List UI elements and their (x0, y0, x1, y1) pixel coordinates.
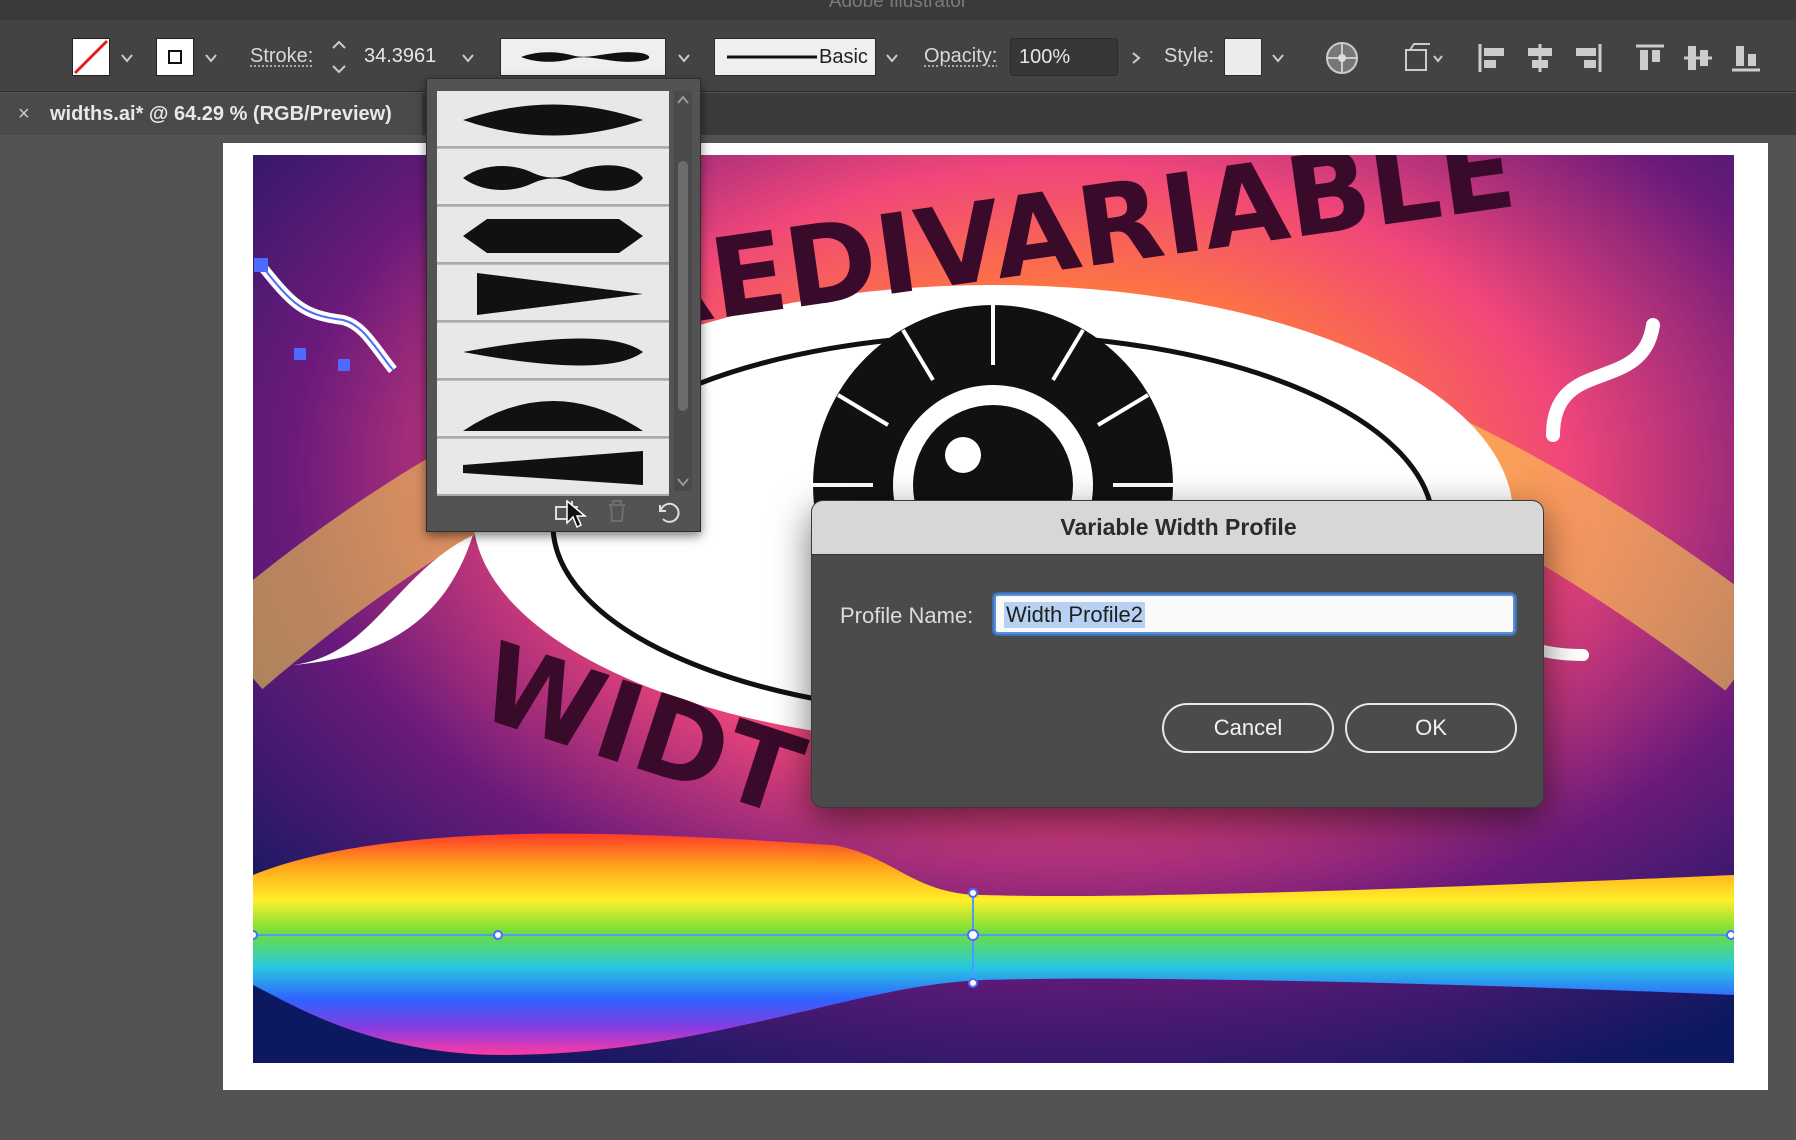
stroke-weight-input[interactable]: 34.3961 (356, 38, 456, 76)
chevron-right-icon[interactable] (1128, 50, 1144, 66)
width-profile-dropdown[interactable] (500, 38, 666, 76)
align-bottom-icon[interactable] (1728, 40, 1764, 76)
brush-definition-dropdown[interactable]: Basic (714, 38, 876, 76)
width-profile-option[interactable] (437, 149, 669, 206)
ok-button[interactable]: OK (1345, 703, 1517, 753)
align-left-icon[interactable] (1474, 40, 1510, 76)
width-profile-option[interactable] (437, 439, 669, 496)
profile-name-label: Profile Name: (840, 603, 974, 628)
recolor-artwork-icon[interactable] (1324, 40, 1360, 76)
align-vertical-center-icon[interactable] (1680, 40, 1716, 76)
opacity-input[interactable]: 100% (1010, 38, 1118, 76)
align-right-icon[interactable] (1570, 40, 1606, 76)
chevron-down-icon[interactable] (203, 50, 219, 66)
cancel-button[interactable]: Cancel (1162, 703, 1334, 753)
width-profile-option[interactable] (437, 265, 669, 322)
dialog-title: Variable Width Profile (1060, 514, 1297, 540)
width-profile-7-icon (463, 451, 643, 485)
scrollbar-thumb[interactable] (678, 161, 688, 411)
fill-swatch[interactable] (72, 38, 110, 76)
width-profile-6-icon (463, 401, 643, 431)
variable-width-profile-dialog: Variable Width Profile Profile Name: Wid… (811, 500, 1544, 808)
document-tab[interactable]: × widths.ai* @ 64.29 % (RGB/Preview) (0, 93, 422, 135)
brush-name: Basic (819, 46, 868, 68)
width-profile-2-icon (463, 165, 643, 191)
none-fill-icon (73, 39, 109, 75)
chevron-down-icon[interactable] (676, 50, 692, 66)
stepper-arrows-icon (332, 40, 346, 74)
chevron-down-icon[interactable] (460, 50, 476, 66)
width-profile-list (437, 91, 669, 496)
chevron-down-icon[interactable] (1270, 50, 1286, 66)
stroke-swatch[interactable] (156, 38, 194, 76)
document-tab-label: widths.ai* @ 64.29 % (RGB/Preview) (50, 103, 392, 125)
chevron-down-icon[interactable] (119, 50, 135, 66)
stroke-box-icon (168, 50, 182, 64)
dialog-header: Variable Width Profile (812, 501, 1543, 555)
stroke-stepper[interactable] (328, 36, 350, 78)
profile-list-scrollbar[interactable] (674, 91, 692, 491)
width-profile-option[interactable] (437, 91, 669, 148)
stroke-label[interactable]: Stroke: (250, 45, 313, 68)
align-horizontal-center-icon[interactable] (1522, 40, 1558, 76)
width-profile-3-icon (463, 219, 643, 253)
width-profile-1-icon (463, 104, 643, 136)
width-profile-preview-icon (521, 52, 650, 62)
width-profile-4-icon (477, 273, 643, 315)
reset-profiles-icon[interactable] (653, 497, 681, 525)
control-bar: Stroke: 34.3961 Basic Opacity: 100% Styl… (0, 20, 1796, 92)
scroll-down-icon[interactable] (674, 473, 692, 491)
profile-popup-footer (427, 491, 702, 531)
graphic-style-swatch[interactable] (1224, 38, 1262, 76)
mouse-cursor-icon (566, 499, 587, 529)
profile-name-value: Width Profile2 (1004, 602, 1145, 628)
profile-name-input[interactable]: Width Profile2 (994, 594, 1515, 634)
align-top-icon[interactable] (1632, 40, 1668, 76)
document-tab-bar: × widths.ai* @ 64.29 % (RGB/Preview) (0, 93, 1796, 135)
align-to-icon[interactable] (1400, 40, 1446, 76)
app-title-bar: Adobe Illustrator (0, 0, 1796, 20)
width-profile-option[interactable] (437, 381, 669, 438)
width-profile-option[interactable] (437, 323, 669, 380)
basic-brush-line-icon (727, 55, 817, 59)
close-tab-icon[interactable]: × (18, 93, 30, 135)
scroll-up-icon[interactable] (674, 91, 692, 109)
chevron-down-icon[interactable] (884, 50, 900, 66)
width-profile-5-icon (463, 338, 643, 366)
opacity-label[interactable]: Opacity: (924, 45, 997, 68)
width-profile-option[interactable] (437, 207, 669, 264)
style-label: Style: (1164, 45, 1215, 67)
delete-profile-icon[interactable] (605, 497, 629, 525)
width-profile-popup (426, 78, 701, 532)
app-title: Adobe Illustrator (828, 0, 968, 12)
